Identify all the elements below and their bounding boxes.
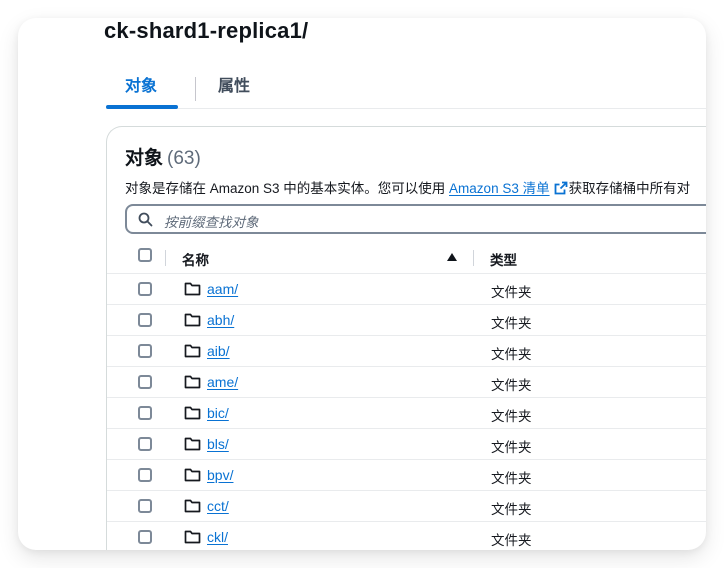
search-input[interactable]: 按前缀查找对象: [125, 204, 706, 234]
row-checkbox[interactable]: [138, 530, 152, 544]
row-checkbox[interactable]: [138, 313, 152, 327]
folder-icon: [184, 468, 201, 482]
folder-icon: [184, 499, 201, 513]
sort-ascending-icon[interactable]: [447, 253, 457, 261]
content-area: ck-shard1-replica1/ 对象 属性 对象 (63) 对象是存储在 …: [18, 18, 706, 550]
search-icon: [138, 212, 153, 227]
folder-icon: [184, 406, 201, 420]
description-continuation: 获取存储桶中所有对: [568, 181, 691, 196]
row-checkbox[interactable]: [138, 406, 152, 420]
objects-panel: 对象 (63) 对象是存储在 Amazon S3 中的基本实体。您可以使用 Ama…: [106, 126, 706, 550]
table-row[interactable]: bic/ 文件夹: [107, 398, 706, 429]
folder-link[interactable]: bic/: [207, 405, 229, 421]
table-row[interactable]: abh/ 文件夹: [107, 305, 706, 336]
folder-link[interactable]: abh/: [207, 312, 234, 328]
inventory-link[interactable]: Amazon S3 清单: [449, 181, 550, 196]
folder-icon: [184, 530, 201, 544]
row-type: 文件夹: [491, 409, 532, 424]
table-row[interactable]: aib/ 文件夹: [107, 336, 706, 367]
folder-icon: [184, 437, 201, 451]
table-row[interactable]: bls/ 文件夹: [107, 429, 706, 460]
column-separator: [165, 250, 166, 266]
folder-icon: [184, 282, 201, 296]
description-text: 对象是存储在 Amazon S3 中的基本实体。您可以使用: [125, 181, 450, 196]
panel-header: 对象 (63): [125, 143, 201, 170]
row-type: 文件夹: [491, 378, 532, 393]
tab-divider: [195, 77, 196, 101]
row-type: 文件夹: [491, 440, 532, 455]
folder-link[interactable]: cct/: [207, 498, 229, 514]
row-type: 文件夹: [491, 285, 532, 300]
row-checkbox[interactable]: [138, 437, 152, 451]
folder-icon: [184, 313, 201, 327]
active-tab-indicator: [106, 105, 178, 109]
column-header-type[interactable]: 类型: [490, 249, 517, 269]
panel-description: 对象是存储在 Amazon S3 中的基本实体。您可以使用 Amazon S3 …: [125, 177, 690, 197]
row-checkbox[interactable]: [138, 282, 152, 296]
object-count: (63): [167, 148, 201, 169]
row-checkbox[interactable]: [138, 468, 152, 482]
table-row[interactable]: bpv/ 文件夹: [107, 460, 706, 491]
table-header: 名称 类型: [107, 241, 706, 274]
folder-icon: [184, 375, 201, 389]
row-checkbox[interactable]: [138, 375, 152, 389]
row-type: 文件夹: [491, 316, 532, 331]
tab-properties[interactable]: 属性: [218, 75, 250, 105]
page-title: ck-shard1-replica1/: [104, 18, 309, 43]
column-header-name[interactable]: 名称: [182, 249, 209, 269]
folder-link[interactable]: aam/: [207, 281, 238, 297]
row-type: 文件夹: [491, 502, 532, 517]
table-row[interactable]: aam/ 文件夹: [107, 274, 706, 305]
folder-link[interactable]: bpv/: [207, 467, 233, 483]
tab-objects[interactable]: 对象: [125, 75, 157, 105]
objects-table: 名称 类型 aam/ 文件夹 abh/ 文件夹 aib/ 文件夹 ame/ 文件…: [107, 241, 706, 550]
panel-title: 对象: [125, 148, 164, 169]
folder-link[interactable]: ame/: [207, 374, 238, 390]
folder-link[interactable]: aib/: [207, 343, 230, 359]
row-checkbox[interactable]: [138, 499, 152, 513]
column-separator: [473, 250, 474, 266]
window-frame: ck-shard1-replica1/ 对象 属性 对象 (63) 对象是存储在 …: [18, 18, 706, 550]
table-row[interactable]: ame/ 文件夹: [107, 367, 706, 398]
select-all-checkbox[interactable]: [138, 248, 152, 262]
row-checkbox[interactable]: [138, 344, 152, 358]
row-type: 文件夹: [491, 533, 532, 548]
search-placeholder: 按前缀查找对象: [164, 215, 259, 230]
row-type: 文件夹: [491, 471, 532, 486]
folder-link[interactable]: bls/: [207, 436, 229, 452]
folder-icon: [184, 344, 201, 358]
table-row[interactable]: cct/ 文件夹: [107, 491, 706, 522]
row-type: 文件夹: [491, 347, 532, 362]
folder-link[interactable]: ckl/: [207, 529, 228, 545]
external-link-icon[interactable]: [554, 181, 568, 195]
tab-bar: 对象 属性: [106, 70, 706, 109]
table-row[interactable]: ckl/ 文件夹: [107, 522, 706, 550]
